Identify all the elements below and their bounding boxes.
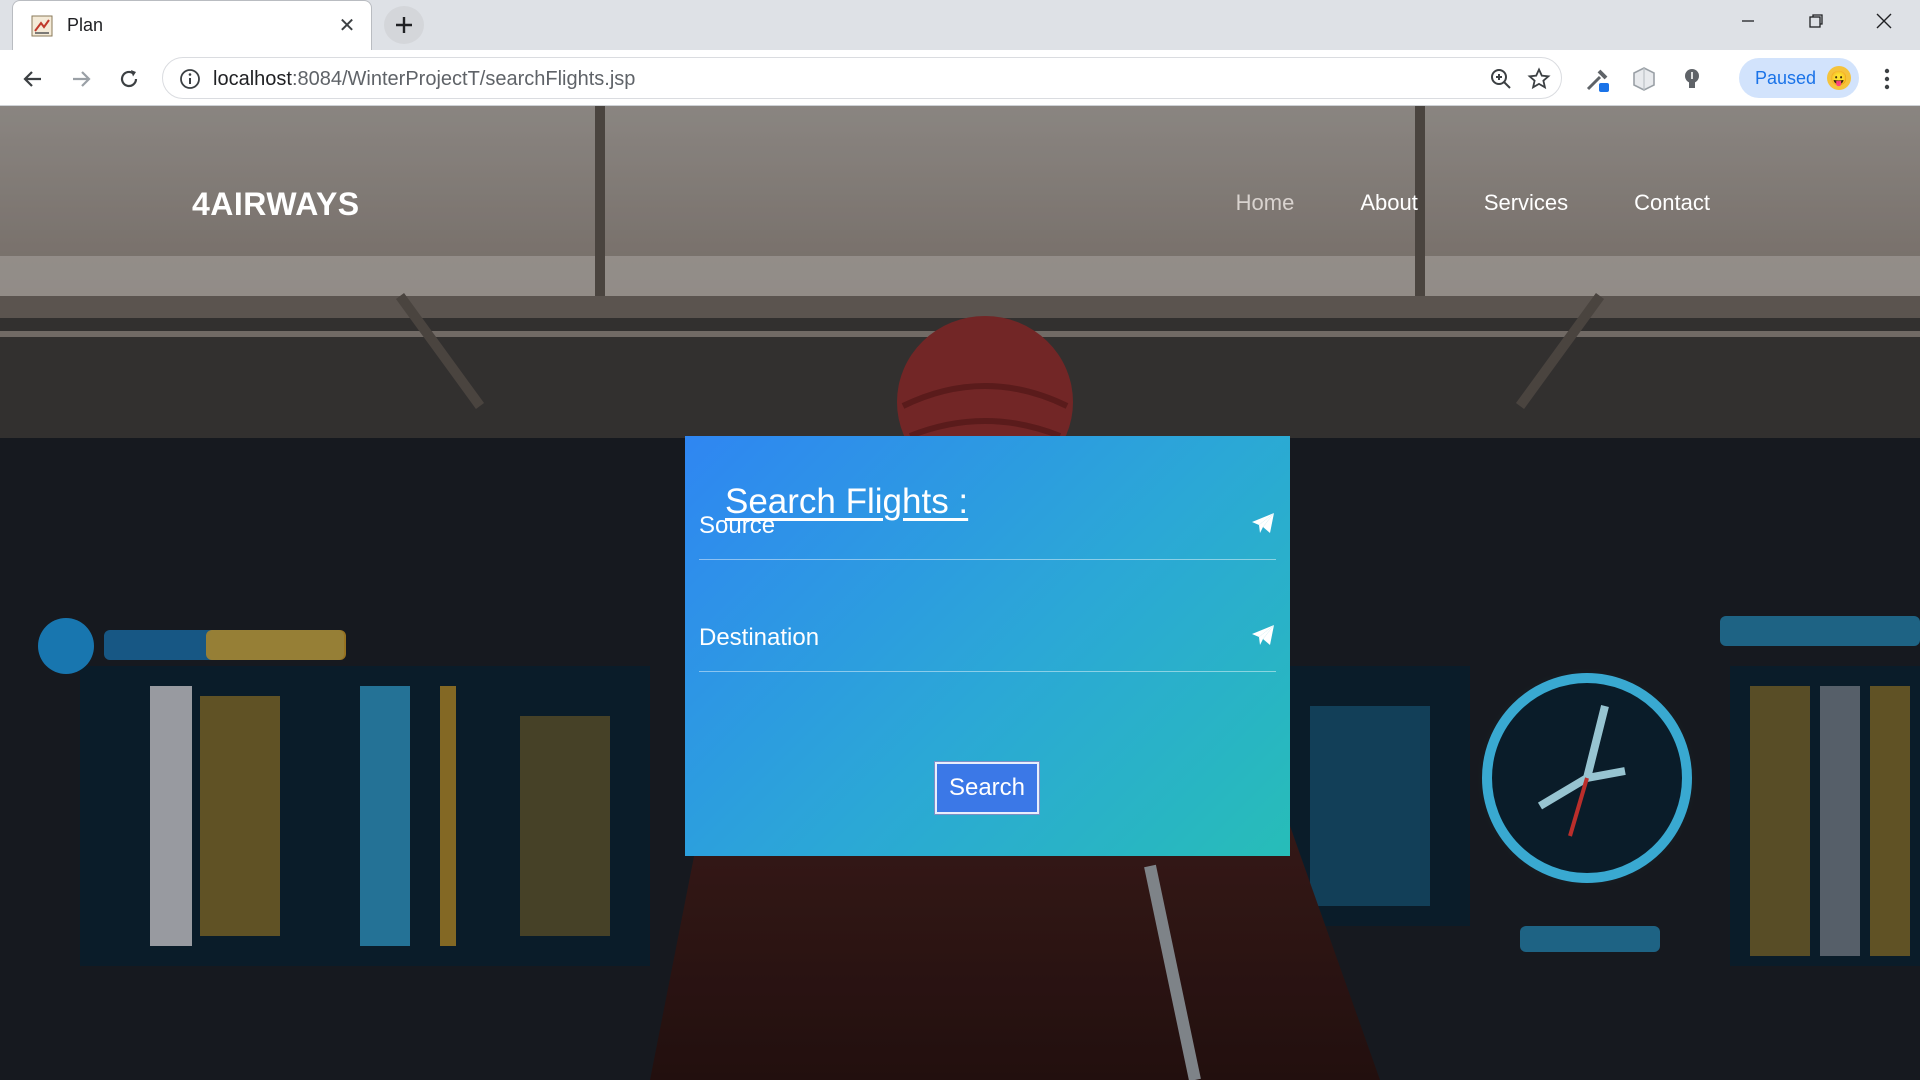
arrow-left-icon xyxy=(23,71,41,87)
bookmark-star-icon[interactable] xyxy=(1527,67,1551,91)
nav-contact-link[interactable]: Contact xyxy=(1634,190,1710,216)
url-text[interactable]: localhost:8084/WinterProjectT/searchFlig… xyxy=(213,68,635,91)
profile-status-label: Paused xyxy=(1755,67,1817,88)
eyedropper-extension-icon[interactable] xyxy=(1584,65,1612,93)
site-nav: Home About Services Contact xyxy=(1236,190,1710,216)
profile-button[interactable]: Paused 😛 xyxy=(1739,58,1859,98)
site-logo[interactable]: 4AIRWAYS xyxy=(192,186,360,223)
nav-home-link[interactable]: Home xyxy=(1236,190,1295,216)
browser-tab[interactable]: Plan ✕ xyxy=(12,0,372,50)
back-button[interactable] xyxy=(16,62,50,96)
minimize-button[interactable] xyxy=(1728,6,1768,36)
search-flights-card: Search Flights : Source Destination Sear… xyxy=(685,436,1290,856)
close-icon xyxy=(1876,13,1892,29)
nav-about-link[interactable]: About xyxy=(1360,190,1418,216)
arrow-right-icon xyxy=(73,71,91,87)
forward-button[interactable] xyxy=(64,62,98,96)
plus-icon xyxy=(396,17,412,33)
address-bar[interactable]: localhost:8084/WinterProjectT/searchFlig… xyxy=(162,57,1562,99)
minimize-icon xyxy=(1742,20,1754,22)
reload-button[interactable] xyxy=(112,62,146,96)
destination-label: Destination xyxy=(699,624,820,651)
destination-field[interactable]: Destination xyxy=(699,598,1276,672)
source-field[interactable]: Source xyxy=(699,486,1276,560)
page-viewport: 4AIRWAYS Home About Services Contact Sea… xyxy=(0,106,1920,1080)
paper-plane-icon xyxy=(1252,513,1274,533)
tab-close-icon[interactable]: ✕ xyxy=(335,13,359,37)
browser-toolbar: localhost:8084/WinterProjectT/searchFlig… xyxy=(0,50,1920,106)
nav-services-link[interactable]: Services xyxy=(1484,190,1568,216)
reload-icon xyxy=(120,70,138,88)
kebab-menu-icon xyxy=(1884,68,1890,90)
zoom-icon[interactable] xyxy=(1489,67,1513,91)
info-icon[interactable] xyxy=(179,68,201,90)
search-button[interactable]: Search xyxy=(935,762,1039,814)
lightbulb-extension-icon[interactable] xyxy=(1678,65,1706,93)
shield-extension-icon[interactable] xyxy=(1630,65,1658,93)
avatar: 😛 xyxy=(1827,66,1851,90)
source-label: Source xyxy=(699,512,776,539)
tab-title: Plan xyxy=(67,15,104,35)
favicon-icon xyxy=(31,15,53,37)
restore-icon xyxy=(1809,14,1823,28)
new-tab-button[interactable] xyxy=(384,6,424,44)
tab-strip: Plan ✕ xyxy=(0,0,1920,50)
restore-button[interactable] xyxy=(1796,6,1836,36)
close-window-button[interactable] xyxy=(1864,6,1904,36)
browser-menu-button[interactable] xyxy=(1872,62,1902,96)
paper-plane-icon xyxy=(1252,625,1274,645)
